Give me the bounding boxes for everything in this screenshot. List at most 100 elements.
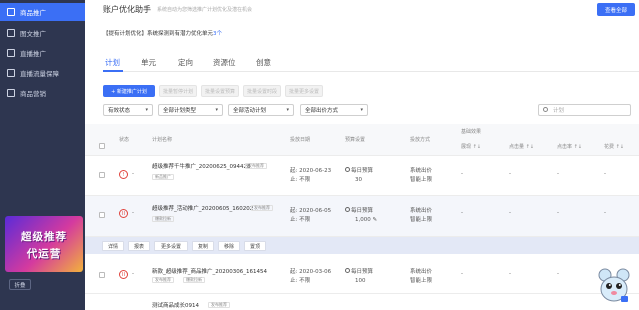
table-row[interactable]: ! - 超级推荐千牛推广_20200625_094428 发布推荐 新品推广 起…: [85, 156, 639, 196]
remove-button[interactable]: 移除: [218, 241, 240, 251]
activity-plan-filter[interactable]: 全部活动计划 ▾: [228, 104, 294, 116]
search-icon: [543, 107, 548, 112]
budget-value: 1,000: [355, 216, 371, 223]
live-traffic-icon: [7, 69, 15, 77]
header-cost[interactable]: 花费 ↑↓: [604, 143, 624, 150]
paused-status-icon: II: [119, 270, 128, 279]
bid-method-cell: 系统出价 智能上限: [410, 167, 432, 184]
tab-creative[interactable]: 创意: [256, 57, 271, 68]
clicks-value: -: [509, 171, 511, 177]
bid-line-1: 系统出价: [410, 208, 433, 214]
batch-budget-button[interactable]: 批量设置预算: [201, 85, 239, 97]
header-plan-name: 计划名称: [152, 137, 173, 143]
mascot-assistant-icon[interactable]: [597, 268, 631, 304]
schedule-cell: 起: 2020-03-06 止: 不限: [290, 268, 331, 285]
tab-unit[interactable]: 单元: [141, 57, 156, 68]
copy-button[interactable]: 复制: [192, 241, 214, 251]
sidebar-item-goods-promotion[interactable]: 商品推广: [0, 3, 85, 21]
status-text: -: [132, 210, 134, 216]
header-ctr[interactable]: 点击率 ↑↓: [557, 143, 582, 150]
plan-type-filter[interactable]: 全部计划类型 ▾: [158, 104, 223, 116]
budget-cell: 每日预算 100: [345, 268, 373, 285]
row-checkbox[interactable]: [99, 212, 105, 218]
plan-name-link[interactable]: 超级推荐_活动推广_20200605_160202: [152, 204, 253, 212]
tab-plan[interactable]: 计划: [105, 57, 120, 68]
activity-plan-filter-value: 全部活动计划: [233, 108, 267, 114]
pin-top-button[interactable]: 置顶: [244, 241, 266, 251]
report-button[interactable]: 报表: [128, 241, 150, 251]
plan-name-link[interactable]: 测试商品成长0914: [152, 301, 199, 309]
clicks-value: -: [509, 210, 511, 216]
row-checkbox[interactable]: [99, 272, 105, 278]
promo-banner[interactable]: 超级推荐 代运营: [5, 216, 83, 272]
header-clicks[interactable]: 点击量 ↑↓: [509, 143, 534, 150]
budget-value: 30: [355, 176, 362, 183]
status-filter-value: 有效状态: [108, 108, 131, 114]
row-checkbox[interactable]: [99, 172, 105, 178]
sidebar-item-live-promotion[interactable]: 直播推广: [0, 44, 85, 62]
header-schedule: 投放日期: [290, 137, 311, 143]
ctr-value: -: [557, 210, 559, 216]
ctr-value: -: [557, 271, 559, 277]
schedule-end: 止: 不限: [290, 216, 311, 223]
live-icon: [7, 49, 15, 57]
schedule-start: 起: 2020-03-06: [290, 269, 332, 275]
promo-line-2: 代运营: [26, 248, 62, 260]
budget-label: 每日预算: [351, 269, 374, 275]
notice-count-link[interactable]: 3个: [213, 31, 222, 37]
table-row[interactable]: 测试商品成长0914 发布推荐: [85, 294, 639, 310]
plan-tag: 发布推荐: [208, 302, 230, 308]
status-filter[interactable]: 有效状态 ▾: [103, 104, 153, 116]
sidebar-item-label: 商品推广: [20, 9, 46, 17]
impressions-value: -: [461, 210, 463, 216]
batch-schedule-button[interactable]: 批量设置时段: [243, 85, 281, 97]
bid-method-filter[interactable]: 全部出价方式 ▾: [300, 104, 368, 116]
bid-line-2: 智能上限: [410, 277, 433, 284]
header-status: 状态: [119, 137, 130, 143]
chevron-down-icon: ▾: [215, 107, 218, 113]
details-button[interactable]: 详情: [102, 241, 124, 251]
tab-targeting[interactable]: 定向: [178, 57, 193, 68]
search-input[interactable]: 计划: [538, 104, 631, 116]
sidebar-item-goods-marketing[interactable]: 商品营销: [0, 84, 85, 102]
cost-value: -: [604, 210, 606, 216]
plan-tag: 发布推荐: [245, 163, 267, 169]
schedule-start: 起: 2020-06-23: [290, 168, 332, 174]
error-status-icon: !: [119, 170, 128, 179]
ctr-value: -: [557, 171, 559, 177]
more-settings-button[interactable]: 更多设置: [154, 241, 188, 251]
goods-icon: [7, 8, 15, 16]
schedule-start: 起: 2020-06-05: [290, 208, 332, 214]
table-header: 状态 计划名称 投放日期 预算设置 投放方式 基础效果 展现 ↑↓ 点击量 ↑↓…: [85, 124, 639, 156]
table-row[interactable]: II - 新款_超级推荐_商品推广_20200306_161454 发布推荐 爆…: [85, 254, 639, 294]
select-all-checkbox[interactable]: [99, 143, 105, 149]
batch-more-button[interactable]: 批量更多设置: [285, 85, 323, 97]
impressions-value: -: [461, 171, 463, 177]
table-row[interactable]: II - 超级推荐_活动推广_20200605_160202 发布推荐 爆款拉新…: [85, 196, 639, 237]
schedule-end: 止: 不限: [290, 277, 311, 284]
plan-tag: 爆款拉新: [152, 216, 174, 222]
sidebar-item-image-text-promotion[interactable]: 图文推广: [0, 24, 85, 42]
edit-icon[interactable]: ✎: [373, 217, 378, 223]
header-impressions[interactable]: 展现 ↑↓: [461, 143, 481, 150]
collapse-button[interactable]: 折叠: [9, 279, 31, 290]
impressions-value: -: [461, 271, 463, 277]
status-text: -: [132, 271, 134, 277]
active-tab-indicator: [103, 70, 123, 72]
sidebar-item-label: 图文推广: [20, 30, 46, 38]
sidebar-item-label: 直播推广: [20, 50, 46, 58]
new-plan-button[interactable]: + 新建推广计划: [103, 85, 155, 97]
plan-name-link[interactable]: 超级推荐千牛推广_20200625_094428: [152, 162, 251, 170]
view-all-button[interactable]: 查看全部: [597, 3, 635, 16]
row-action-bar: 详情 报表 更多设置 复制 移除 置顶: [85, 237, 639, 254]
plan-name-link[interactable]: 新款_超级推荐_商品推广_20200306_161454: [152, 267, 267, 275]
bid-method-cell: 系统出价 智能上限: [410, 268, 432, 285]
sidebar-item-label: 商品营销: [20, 90, 46, 98]
tab-resource[interactable]: 资源位: [213, 57, 236, 68]
optimization-notice: 【提有计划优化】系统探测到有潜力优化单元3个: [103, 29, 222, 37]
paused-status-icon: II: [119, 209, 128, 218]
batch-pause-button[interactable]: 批量暂停计划: [159, 85, 197, 97]
sidebar-item-live-traffic[interactable]: 直播流量保障: [0, 64, 85, 82]
image-text-icon: [7, 29, 15, 37]
schedule-cell: 起: 2020-06-23 止: 不限: [290, 167, 331, 184]
